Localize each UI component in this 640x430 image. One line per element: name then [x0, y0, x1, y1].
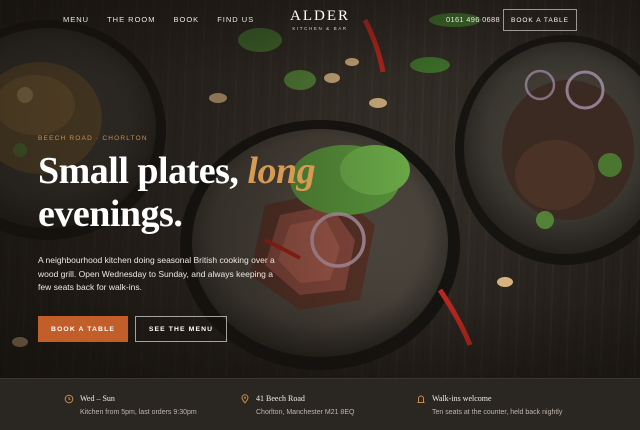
hero-headline: Small plates, long evenings. — [38, 150, 316, 236]
info-hours-title: Wed – Sun — [80, 394, 115, 403]
headline-line-2: evenings. — [38, 193, 183, 235]
info-walkins-detail: Ten seats at the counter, held back nigh… — [432, 409, 563, 416]
hero-section: MENU THE ROOM BOOK FIND US ALDER KITCHEN… — [0, 0, 640, 378]
top-navigation: MENU THE ROOM BOOK FIND US ALDER KITCHEN… — [0, 0, 640, 40]
info-hours-detail: Kitchen from 5pm, last orders 9:30pm — [80, 409, 197, 416]
headline-accent: long — [247, 150, 316, 192]
phone-number[interactable]: 0161 496 0688 — [446, 15, 500, 24]
info-address-detail: Chorlton, Manchester M21 8EQ — [256, 409, 355, 416]
map-pin-icon — [241, 394, 249, 404]
hero-description: A neighbourhood kitchen doing seasonal B… — [38, 255, 275, 292]
door-icon — [417, 395, 425, 403]
see-menu-button[interactable]: SEE THE MENU — [135, 316, 227, 342]
nav-book-button[interactable]: BOOK A TABLE — [503, 9, 577, 31]
clock-icon — [64, 394, 74, 404]
location-eyebrow: BEECH ROAD · CHORLTON — [38, 135, 148, 142]
book-table-button[interactable]: BOOK A TABLE — [38, 316, 128, 342]
info-bar: Wed – Sun Kitchen from 5pm, last orders … — [0, 378, 640, 430]
headline-line-1: Small plates, — [38, 150, 239, 192]
info-address-title: 41 Beech Road — [256, 394, 305, 403]
info-walkins-title: Walk-ins welcome — [432, 394, 492, 403]
